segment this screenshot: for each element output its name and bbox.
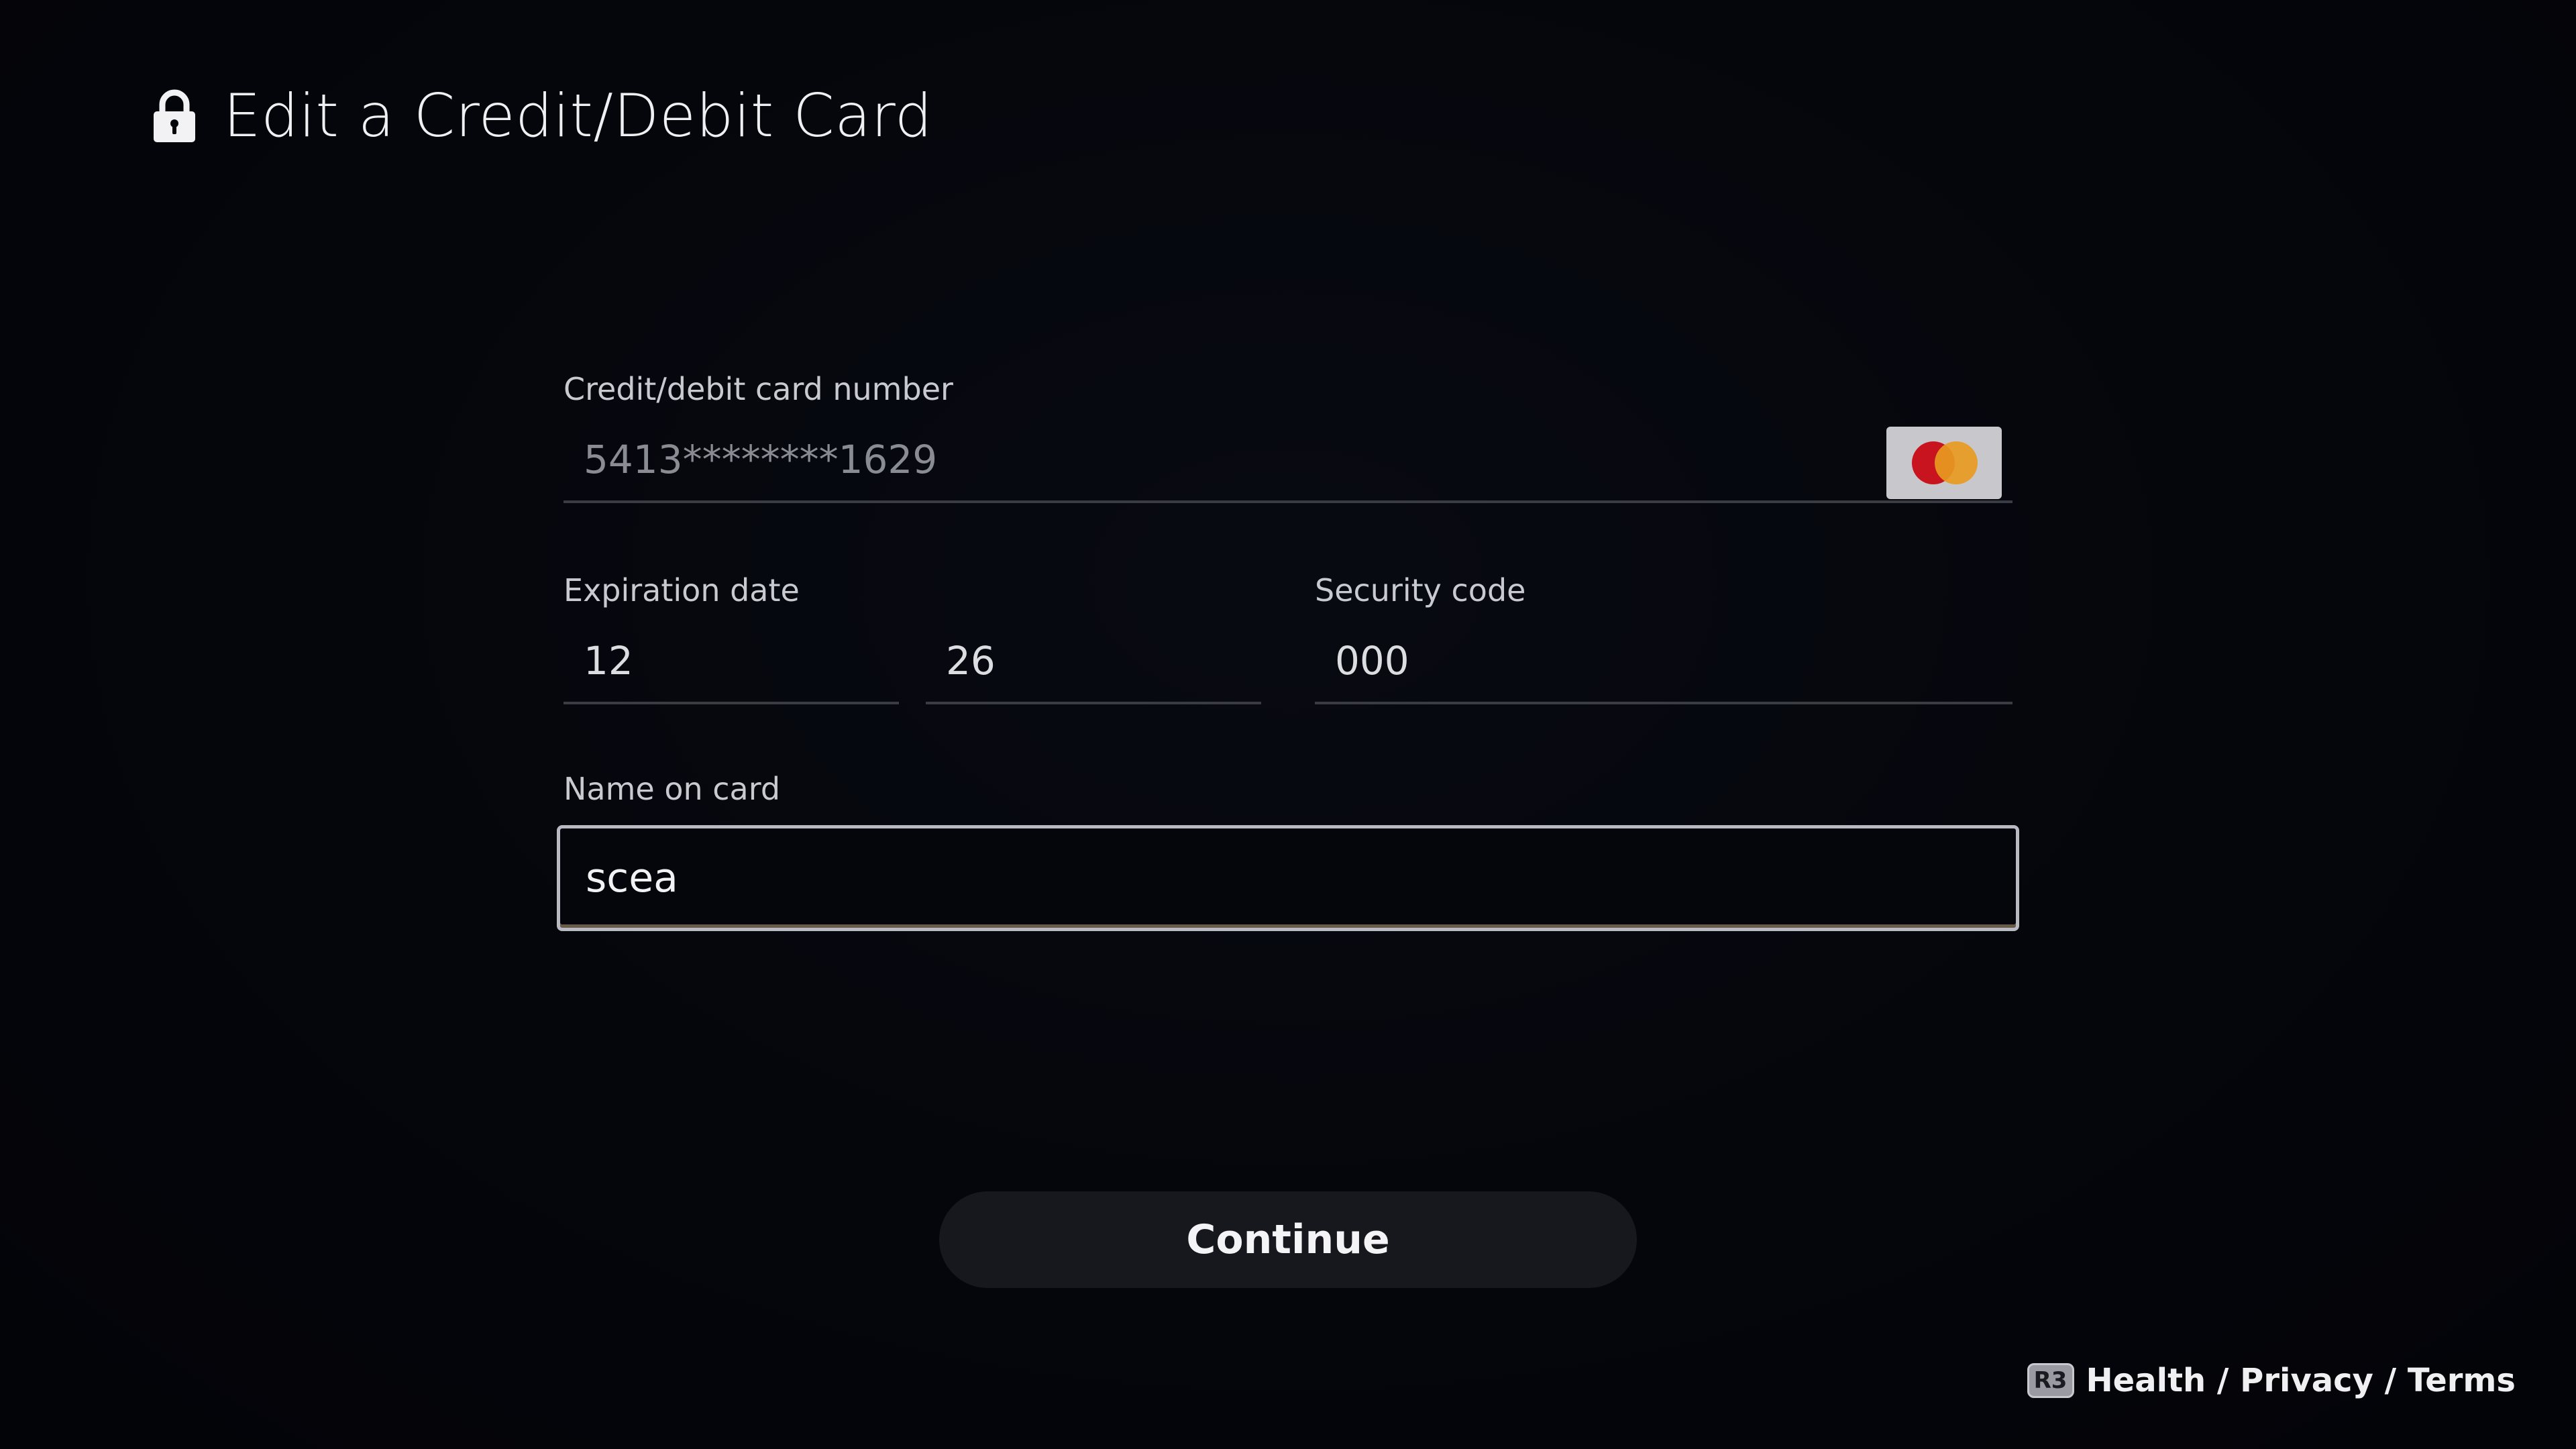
card-form: Credit/debit card number 5413********162… xyxy=(557,369,2019,931)
card-number-label: Credit/debit card number xyxy=(564,371,953,407)
expiration-year-field[interactable]: 26 xyxy=(926,620,1261,704)
expiration-date-label: Expiration date xyxy=(564,572,800,608)
continue-button[interactable]: Continue xyxy=(939,1191,1637,1288)
name-on-card-field[interactable]: scea xyxy=(557,825,2019,931)
security-code-label: Security code xyxy=(1315,572,1526,608)
lock-icon xyxy=(154,89,195,142)
card-number-field[interactable]: 5413********1629 xyxy=(564,419,2012,503)
edit-card-screen: Edit a Credit/Debit Card Credit/debit ca… xyxy=(0,0,2576,1449)
card-number-value: 5413********1629 xyxy=(584,437,938,482)
expiration-security-row: Expiration date Security code 12 26 000 xyxy=(564,570,2012,718)
security-code-value: 000 xyxy=(1335,638,1409,684)
footer-links[interactable]: R3 Health / Privacy / Terms xyxy=(2027,1359,2516,1402)
security-code-field[interactable]: 000 xyxy=(1315,620,2012,704)
expiration-year-value: 26 xyxy=(946,638,996,684)
page-title: Edit a Credit/Debit Card xyxy=(223,81,933,150)
page-header: Edit a Credit/Debit Card xyxy=(151,79,932,153)
name-on-card-label: Name on card xyxy=(564,771,781,807)
name-on-card-value: scea xyxy=(586,855,678,902)
expiration-month-field[interactable]: 12 xyxy=(564,620,899,704)
r3-button-icon: R3 xyxy=(2027,1363,2074,1398)
continue-button-label: Continue xyxy=(1186,1216,1390,1263)
expiration-month-value: 12 xyxy=(584,638,633,684)
mastercard-icon xyxy=(1886,427,2002,499)
health-privacy-terms-link[interactable]: Health / Privacy / Terms xyxy=(2086,1362,2516,1399)
